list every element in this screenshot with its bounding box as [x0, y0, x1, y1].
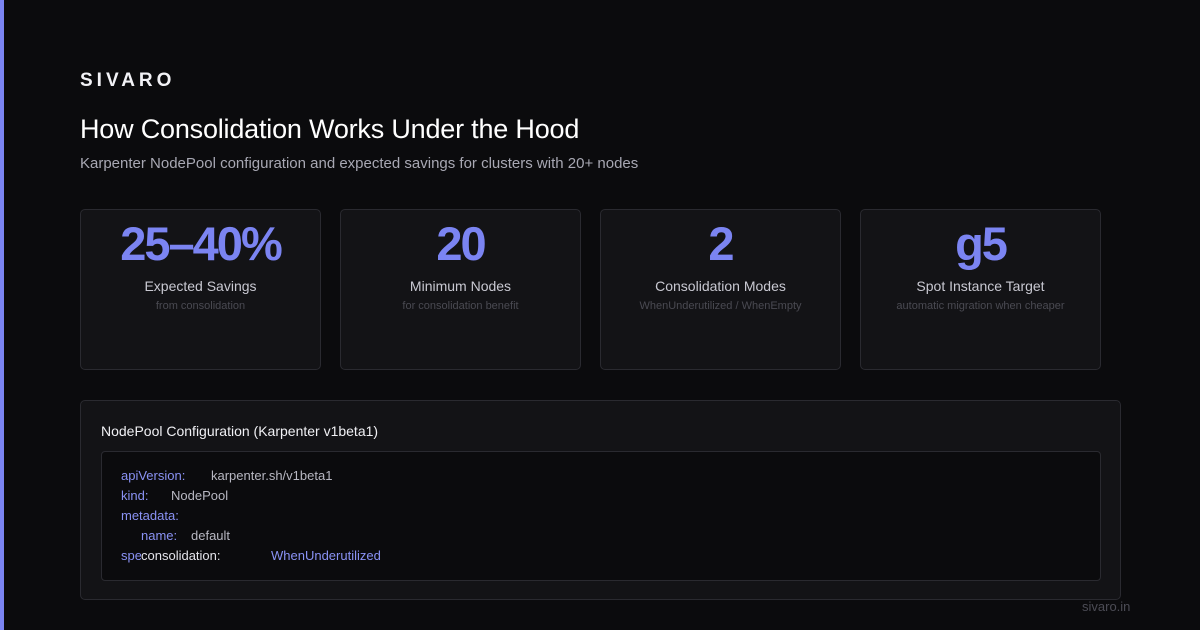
code-line-kind: kind: NodePool: [121, 488, 228, 504]
code-block: apiVersion: karpenter.sh/v1beta1 kind: N…: [101, 451, 1101, 581]
code-line-name: name: default: [141, 528, 230, 544]
stat-card-minimum-nodes: 20 Minimum Nodes for consolidation benef…: [340, 209, 581, 370]
code-value: default: [191, 528, 231, 543]
stat-value: 25–40%: [120, 217, 283, 270]
stat-card-consolidation-modes: 2 Consolidation Modes WhenUnderutilized …: [600, 209, 841, 370]
code-value: NodePool: [171, 488, 229, 503]
config-panel: NodePool Configuration (Karpenter v1beta…: [80, 400, 1121, 600]
code-key: name:: [141, 528, 178, 543]
stat-card-spot-instance-target: g5 Spot Instance Target automatic migrat…: [860, 209, 1101, 370]
stat-note: automatic migration when cheaper: [896, 300, 1065, 312]
stat-label: Minimum Nodes: [409, 278, 512, 294]
stat-note: WhenUnderutilized / WhenEmpty: [639, 300, 802, 312]
code-line-spec: spec: consolidation: WhenUnderutilized: [121, 548, 521, 564]
brand-logo: SIVARO: [80, 70, 176, 91]
stat-label: Consolidation Modes: [655, 278, 786, 294]
code-key: kind:: [121, 488, 149, 503]
footer-url: sivaro.in: [1082, 599, 1131, 614]
stat-note: from consolidation: [155, 300, 246, 312]
stat-note: for consolidation benefit: [402, 300, 519, 312]
stat-label: Expected Savings: [144, 278, 257, 294]
stat-card-expected-savings: 25–40% Expected Savings from consolidati…: [80, 209, 321, 370]
stat-value: g5: [955, 217, 1008, 270]
config-title: NodePool Configuration (Karpenter v1beta…: [101, 423, 379, 439]
code-line-metadata: metadata:: [121, 508, 179, 524]
stat-value: 20: [436, 217, 486, 270]
code-value: karpenter.sh/v1beta1: [211, 468, 333, 483]
page-title: How Consolidation Works Under the Hood: [80, 114, 580, 144]
code-key-overlay: consolidation:: [141, 548, 223, 564]
accent-bar: [0, 0, 4, 630]
stats-cards: 25–40% Expected Savings from consolidati…: [80, 209, 1121, 370]
code-key: apiVersion:: [121, 468, 186, 483]
stat-label: Spot Instance Target: [916, 278, 1045, 294]
page-subtitle: Karpenter NodePool configuration and exp…: [80, 155, 639, 172]
code-value: WhenUnderutilized: [271, 548, 381, 563]
code-key: metadata:: [121, 508, 179, 523]
code-line-api-version: apiVersion: karpenter.sh/v1beta1: [121, 468, 332, 484]
stat-value: 2: [708, 217, 734, 270]
